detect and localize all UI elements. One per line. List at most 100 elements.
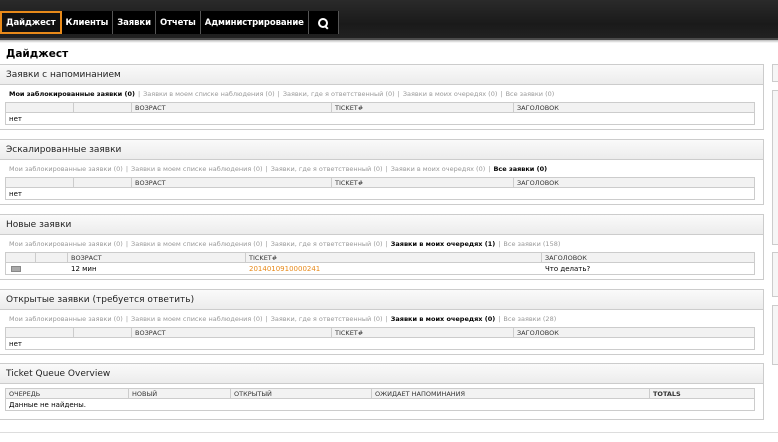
main-nav: Дайджест Клиенты Заявки Отчеты Администр… — [0, 11, 339, 34]
table-row: нет — [6, 188, 754, 199]
footer-divider — [0, 432, 778, 433]
page-title: Дайджест — [6, 48, 69, 60]
nav-customers[interactable]: Клиенты — [61, 11, 114, 34]
header-ticket[interactable]: TICKET# — [246, 253, 542, 262]
search-icon — [318, 17, 329, 28]
filter-locked[interactable]: Мои заблокированные заявки (0) — [9, 90, 135, 98]
ticket-number-link[interactable]: 2014010910000241 — [246, 265, 542, 273]
header-ticket[interactable]: TICKET# — [332, 103, 514, 112]
filter-locked[interactable]: Мои заблокированные заявки (0) — [9, 165, 123, 173]
widget-open-table: ВОЗРАСТ TICKET# ЗАГОЛОВОК нет — [5, 327, 755, 350]
row-title: Что делать? — [545, 264, 591, 273]
table-row[interactable]: 12 мин 2014010910000241 Что делать? — [6, 263, 754, 274]
nav-dashboard-label: Дайджест — [6, 17, 56, 28]
widget-escalated-filters: Мои заблокированные заявки (0) | Заявки в… — [9, 164, 548, 173]
filter-watched[interactable]: Заявки в моем списке наблюдения (0) — [131, 315, 263, 323]
empty-message: нет — [9, 339, 22, 348]
filter-my-queues[interactable]: Заявки в моих очередях (0) — [403, 90, 498, 98]
widget-escalated-table: ВОЗРАСТ TICKET# ЗАГОЛОВОК нет — [5, 177, 755, 200]
table-row: нет — [6, 338, 754, 349]
header-col-empty-1 — [6, 178, 74, 187]
header-age[interactable]: ВОЗРАСТ — [68, 253, 246, 262]
sidebar-widget-4 — [772, 305, 778, 365]
widget-reminder-tickets: Заявки с напоминанием Мои заблокированны… — [0, 64, 764, 130]
widget-open-title: Открытые заявки (требуется ответить) — [0, 290, 763, 310]
filter-watched[interactable]: Заявки в моем списке наблюдения (0) — [143, 90, 275, 98]
header-ticket[interactable]: TICKET# — [332, 328, 514, 337]
widget-new-tickets: Новые заявки Мои заблокированные заявки … — [0, 214, 764, 280]
email-icon — [11, 265, 21, 272]
header-new: НОВЫЙ — [129, 389, 231, 398]
widget-new-filters: Мои заблокированные заявки (0) | Заявки в… — [9, 239, 561, 248]
header-title[interactable]: ЗАГОЛОВОК — [542, 253, 754, 262]
widget-queue-table: ОЧЕРЕДЬ НОВЫЙ ОТКРЫТЫЙ ОЖИДАЕТ НАПОМИНАН… — [5, 388, 755, 411]
widget-reminder-filters: Мои заблокированные заявки (0) | Заявки в… — [9, 89, 555, 98]
widget-open-filters: Мои заблокированные заявки (0) | Заявки в… — [9, 314, 557, 323]
table-header: ВОЗРАСТ TICKET# ЗАГОЛОВОК — [6, 178, 754, 188]
widget-queue-title: Ticket Queue Overview — [0, 364, 763, 384]
filter-all[interactable]: Все заявки (158) — [503, 240, 560, 248]
nav-reports-label: Отчеты — [159, 17, 196, 28]
widget-new-title: Новые заявки — [0, 215, 763, 235]
header-col-empty-1 — [6, 328, 74, 337]
table-row: Данные не найдены. — [6, 399, 754, 410]
widget-escalated-title: Эскалированные заявки — [0, 140, 763, 160]
filter-my-queues[interactable]: Заявки в моих очередях (0) — [391, 165, 486, 173]
filter-responsible[interactable]: Заявки, где я ответственный (0) — [283, 90, 395, 98]
table-row: нет — [6, 113, 754, 124]
sidebar-widget-2 — [772, 90, 778, 245]
filter-my-queues[interactable]: Заявки в моих очередях (1) — [391, 240, 495, 248]
header-ticket[interactable]: TICKET# — [332, 178, 514, 187]
filter-watched[interactable]: Заявки в моем списке наблюдения (0) — [131, 240, 263, 248]
header-totals: TOTALS — [653, 389, 681, 398]
header-col-empty-2 — [74, 178, 132, 187]
empty-message: нет — [9, 114, 22, 123]
header-col-empty-1 — [6, 103, 74, 112]
header-col-empty-2 — [74, 328, 132, 337]
header-title[interactable]: ЗАГОЛОВОК — [514, 103, 754, 112]
top-bar-shadow — [0, 40, 778, 43]
table-header: ВОЗРАСТ TICKET# ЗАГОЛОВОК — [6, 103, 754, 113]
header-age[interactable]: ВОЗРАСТ — [132, 178, 332, 187]
empty-message: Данные не найдены. — [9, 400, 86, 409]
filter-all[interactable]: Все заявки (0) — [506, 90, 555, 98]
header-col-empty-1 — [6, 253, 36, 262]
filter-responsible[interactable]: Заявки, где я ответственный (0) — [271, 165, 383, 173]
header-pending-reminder: ОЖИДАЕТ НАПОМИНАНИЯ — [372, 389, 650, 398]
nav-dashboard[interactable]: Дайджест — [0, 11, 62, 34]
filter-locked[interactable]: Мои заблокированные заявки (0) — [9, 315, 123, 323]
row-age: 12 мин — [71, 264, 97, 273]
header-age[interactable]: ВОЗРАСТ — [132, 328, 332, 337]
table-header: ВОЗРАСТ TICKET# ЗАГОЛОВОК — [6, 253, 754, 263]
nav-admin-label: Администрирование — [204, 17, 304, 28]
header-title[interactable]: ЗАГОЛОВОК — [514, 328, 754, 337]
filter-my-queues[interactable]: Заявки в моих очередях (0) — [391, 315, 495, 323]
widget-reminder-title: Заявки с напоминанием — [0, 65, 763, 85]
header-open: ОТКРЫТЫЙ — [231, 389, 372, 398]
table-header: ВОЗРАСТ TICKET# ЗАГОЛОВОК — [6, 328, 754, 338]
header-col-empty-2 — [74, 103, 132, 112]
nav-admin[interactable]: Администрирование — [200, 11, 309, 34]
header-title[interactable]: ЗАГОЛОВОК — [514, 178, 754, 187]
nav-reports[interactable]: Отчеты — [155, 11, 201, 34]
filter-responsible[interactable]: Заявки, где я ответственный (0) — [271, 240, 383, 248]
header-age[interactable]: ВОЗРАСТ — [132, 103, 332, 112]
nav-customers-label: Клиенты — [65, 17, 109, 28]
row-icon-cell — [6, 265, 36, 272]
filter-locked[interactable]: Мои заблокированные заявки (0) — [9, 240, 123, 248]
widget-reminder-table: ВОЗРАСТ TICKET# ЗАГОЛОВОК нет — [5, 102, 755, 125]
header-col-empty-2 — [36, 253, 68, 262]
sidebar-widget-1 — [772, 64, 778, 82]
filter-all[interactable]: Все заявки (28) — [503, 315, 556, 323]
nav-tickets[interactable]: Заявки — [113, 11, 156, 34]
table-header: ОЧЕРЕДЬ НОВЫЙ ОТКРЫТЫЙ ОЖИДАЕТ НАПОМИНАН… — [6, 389, 754, 399]
filter-responsible[interactable]: Заявки, где я ответственный (0) — [271, 315, 383, 323]
widget-open-tickets: Открытые заявки (требуется ответить) Мои… — [0, 289, 764, 355]
widget-queue-overview: Ticket Queue Overview ОЧЕРЕДЬ НОВЫЙ ОТКР… — [0, 363, 764, 420]
filter-all[interactable]: Все заявки (0) — [493, 165, 547, 173]
header-queue: ОЧЕРЕДЬ — [6, 389, 129, 398]
sidebar-widget-3 — [772, 252, 778, 297]
nav-search-button[interactable] — [308, 11, 339, 34]
filter-watched[interactable]: Заявки в моем списке наблюдения (0) — [131, 165, 263, 173]
widget-new-table: ВОЗРАСТ TICKET# ЗАГОЛОВОК 12 мин 2014010… — [5, 252, 755, 275]
